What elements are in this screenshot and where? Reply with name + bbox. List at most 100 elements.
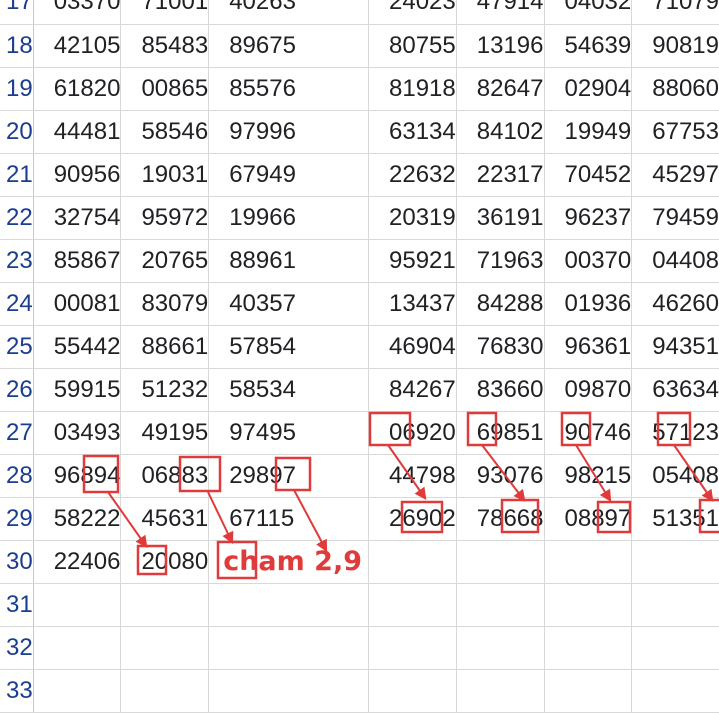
grid-cell[interactable]: 76830	[456, 325, 545, 369]
grid-cell[interactable]	[208, 669, 370, 713]
grid-cell[interactable]: 29897	[208, 454, 370, 498]
grid-cell[interactable]: 81918	[368, 67, 457, 111]
grid-cell[interactable]: 13437	[368, 282, 457, 326]
row-number[interactable]: 33	[0, 669, 34, 713]
grid-cell[interactable]: 90819	[631, 24, 719, 68]
grid-cell[interactable]: 36191	[456, 196, 545, 240]
grid-cell[interactable]: 88661	[120, 325, 210, 369]
grid-cell[interactable]	[208, 626, 370, 670]
grid-cell[interactable]: 63634	[631, 368, 719, 412]
grid-cell[interactable]: 59915	[33, 368, 122, 412]
row-number[interactable]: 26	[0, 368, 34, 412]
row-number[interactable]: 25	[0, 325, 34, 369]
grid-cell[interactable]: cham 2,9	[208, 540, 370, 584]
grid-cell[interactable]	[120, 626, 210, 670]
grid-cell[interactable]: 03370	[33, 0, 122, 25]
grid-cell[interactable]: 47914	[456, 0, 545, 25]
grid-cell[interactable]: 90746	[544, 411, 633, 455]
grid-cell[interactable]: 01936	[544, 282, 633, 326]
grid-cell[interactable]: 67753	[631, 110, 719, 154]
grid-cell[interactable]: 90956	[33, 153, 122, 197]
grid-cell[interactable]: 58534	[208, 368, 370, 412]
grid-cell[interactable]: 67949	[208, 153, 370, 197]
grid-cell[interactable]: 46904	[368, 325, 457, 369]
grid-cell[interactable]: 58546	[120, 110, 210, 154]
grid-cell[interactable]: 71963	[456, 239, 545, 283]
grid-cell[interactable]: 44798	[368, 454, 457, 498]
grid-cell[interactable]	[33, 669, 122, 713]
grid-cell[interactable]: 05408	[631, 454, 719, 498]
grid-cell[interactable]	[544, 583, 633, 627]
grid-cell[interactable]: 58222	[33, 497, 122, 541]
row-number[interactable]: 29	[0, 497, 34, 541]
grid-cell[interactable]: 00370	[544, 239, 633, 283]
grid-cell[interactable]: 40263	[208, 0, 370, 25]
grid-cell[interactable]: 70452	[544, 153, 633, 197]
grid-cell[interactable]: 93076	[456, 454, 545, 498]
grid-cell[interactable]	[456, 669, 545, 713]
row-number[interactable]: 22	[0, 196, 34, 240]
grid-cell[interactable]: 69851	[456, 411, 545, 455]
grid-cell[interactable]: 84102	[456, 110, 545, 154]
grid-cell[interactable]: 82647	[456, 67, 545, 111]
grid-cell[interactable]: 96237	[544, 196, 633, 240]
grid-cell[interactable]: 57123	[631, 411, 719, 455]
grid-cell[interactable]: 04408	[631, 239, 719, 283]
grid-cell[interactable]: 63134	[368, 110, 457, 154]
row-number[interactable]: 30	[0, 540, 34, 584]
grid-cell[interactable]: 54639	[544, 24, 633, 68]
grid-cell[interactable]	[33, 626, 122, 670]
grid-cell[interactable]: 20319	[368, 196, 457, 240]
grid-cell[interactable]: 22317	[456, 153, 545, 197]
grid-cell[interactable]: 85867	[33, 239, 122, 283]
grid-cell[interactable]	[456, 583, 545, 627]
row-number[interactable]: 19	[0, 67, 34, 111]
grid-cell[interactable]: 51232	[120, 368, 210, 412]
grid-cell[interactable]: 95921	[368, 239, 457, 283]
row-number[interactable]: 32	[0, 626, 34, 670]
row-number[interactable]: 31	[0, 583, 34, 627]
grid-cell[interactable]: 84288	[456, 282, 545, 326]
grid-cell[interactable]: 97996	[208, 110, 370, 154]
grid-cell[interactable]: 19949	[544, 110, 633, 154]
grid-cell[interactable]	[208, 583, 370, 627]
grid-cell[interactable]: 42105	[33, 24, 122, 68]
grid-cell[interactable]: 95972	[120, 196, 210, 240]
grid-cell[interactable]	[368, 540, 457, 584]
grid-cell[interactable]: 06920	[368, 411, 457, 455]
grid-cell[interactable]: 08897	[544, 497, 633, 541]
grid-cell[interactable]: 84267	[368, 368, 457, 412]
grid-cell[interactable]	[456, 626, 545, 670]
grid-cell[interactable]: 26902	[368, 497, 457, 541]
grid-cell[interactable]: 09870	[544, 368, 633, 412]
row-number[interactable]: 28	[0, 454, 34, 498]
grid-cell[interactable]: 96361	[544, 325, 633, 369]
grid-cell[interactable]: 20080	[120, 540, 210, 584]
grid-cell[interactable]	[368, 583, 457, 627]
grid-cell[interactable]: 00865	[120, 67, 210, 111]
row-number[interactable]: 17	[0, 0, 34, 25]
grid-cell[interactable]: 19966	[208, 196, 370, 240]
grid-cell[interactable]: 94351	[631, 325, 719, 369]
grid-cell[interactable]: 45297	[631, 153, 719, 197]
grid-cell[interactable]	[631, 669, 719, 713]
grid-cell[interactable]	[631, 540, 719, 584]
grid-cell[interactable]	[120, 669, 210, 713]
grid-cell[interactable]	[33, 583, 122, 627]
row-number[interactable]: 23	[0, 239, 34, 283]
grid-cell[interactable]: 46260	[631, 282, 719, 326]
grid-cell[interactable]: 45631	[120, 497, 210, 541]
grid-cell[interactable]: 55442	[33, 325, 122, 369]
grid-cell[interactable]: 32754	[33, 196, 122, 240]
grid-cell[interactable]	[368, 626, 457, 670]
grid-cell[interactable]: 61820	[33, 67, 122, 111]
grid-cell[interactable]: 57854	[208, 325, 370, 369]
grid-cell[interactable]	[544, 669, 633, 713]
grid-cell[interactable]: 02904	[544, 67, 633, 111]
row-number[interactable]: 18	[0, 24, 34, 68]
grid-cell[interactable]: 89675	[208, 24, 370, 68]
grid-cell[interactable]: 51351	[631, 497, 719, 541]
grid-cell[interactable]	[631, 626, 719, 670]
row-number[interactable]: 21	[0, 153, 34, 197]
grid-cell[interactable]: 49195	[120, 411, 210, 455]
